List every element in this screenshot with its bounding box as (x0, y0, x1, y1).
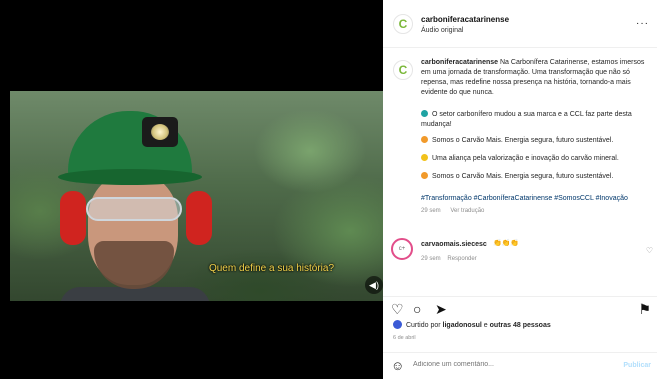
reply-button[interactable]: Responder (447, 256, 476, 262)
post-side-panel: C carboniferacatarinense Áudio original … (383, 0, 657, 379)
comment-text: 👏👏👏 (493, 240, 520, 247)
comment-avatar[interactable]: c+ (391, 238, 413, 260)
caption-line-1: O setor carbonífero mudou a sua marca e … (421, 110, 653, 130)
avatar[interactable]: C (393, 14, 413, 34)
translate-link[interactable]: Ver tradução (450, 208, 484, 214)
likes-summary[interactable]: Curtido por ligadonosul e outras 48 pess… (393, 320, 551, 329)
comment-meta: 29 sem Responder (421, 256, 477, 262)
post-date: 6 de abril (393, 335, 416, 341)
heart-icon[interactable]: ♡ (391, 301, 404, 318)
caption-line-3: Uma aliança pela valorização e inovação … (421, 154, 653, 164)
caption-line-text: Somos o Carvão Mais. Energia segura, fut… (432, 137, 614, 144)
flame-icon (421, 136, 428, 143)
caption-line-text: O setor carbonífero mudou a sua marca e … (421, 111, 632, 128)
liker-avatar (393, 320, 402, 329)
helmet-brim (58, 169, 202, 185)
likes-user[interactable]: ligadonosul (443, 322, 482, 329)
likes-others[interactable]: outras 48 pessoas (490, 322, 551, 329)
audio-label[interactable]: Áudio original (421, 27, 463, 34)
caption-time: 29 sem (421, 208, 441, 214)
video-player[interactable]: Quem define a sua história? ◀) (10, 91, 383, 301)
shirt (60, 287, 210, 301)
caption-meta: 29 sem Ver tradução (421, 208, 492, 214)
globe-icon (421, 110, 428, 117)
bookmark-icon[interactable]: ⚑ (638, 301, 651, 318)
caption-avatar[interactable]: C (393, 60, 413, 80)
comment-time: 29 sem (421, 256, 441, 262)
earmuff-right (186, 191, 212, 245)
publish-button[interactable]: Publicar (623, 362, 651, 369)
post-header: C carboniferacatarinense Áudio original … (383, 0, 657, 48)
volume-icon[interactable]: ◀) (365, 276, 383, 294)
post-username[interactable]: carboniferacatarinense (421, 15, 509, 24)
earmuff-left (60, 191, 86, 245)
flame-icon (421, 172, 428, 179)
safety-glasses (86, 197, 182, 221)
comment-like-icon[interactable]: ♡ (646, 246, 653, 255)
likes-prefix: Curtido por (405, 322, 441, 329)
caption-line-2: Somos o Carvão Mais. Energia segura, fut… (421, 136, 653, 146)
action-bar: ♡ ○ ➤ ⚑ (383, 296, 657, 320)
video-subtitle: Quem define a sua história? (208, 263, 335, 274)
video-pane[interactable]: Quem define a sua história? ◀) (0, 0, 383, 379)
handshake-icon (421, 154, 428, 161)
send-icon[interactable]: ➤ (435, 301, 447, 318)
comment-icon[interactable]: ○ (413, 301, 421, 317)
caption-line-text: Somos o Carvão Mais. Energia segura, fut… (432, 173, 614, 180)
headlamp (142, 117, 178, 147)
caption-username[interactable]: carboniferacatarinense (421, 59, 498, 66)
comment-username[interactable]: carvaomais.siecesc (421, 241, 487, 248)
more-options-icon[interactable]: ··· (636, 18, 649, 29)
comment-input[interactable] (413, 361, 613, 368)
add-comment-bar: ☺ Publicar (383, 352, 657, 379)
caption-line-4: Somos o Carvão Mais. Energia segura, fut… (421, 172, 653, 182)
likes-middle: e (483, 322, 488, 329)
caption-hashtags[interactable]: #Transformação #CarboníferaCatarinense #… (421, 194, 653, 204)
caption-text: carboniferacatarinense Na Carbonífera Ca… (421, 58, 651, 98)
comments-section[interactable]: C carboniferacatarinense Na Carbonífera … (383, 48, 657, 296)
caption-line-text: Uma aliança pela valorização e inovação … (432, 155, 619, 162)
emoji-icon[interactable]: ☺ (391, 358, 404, 373)
